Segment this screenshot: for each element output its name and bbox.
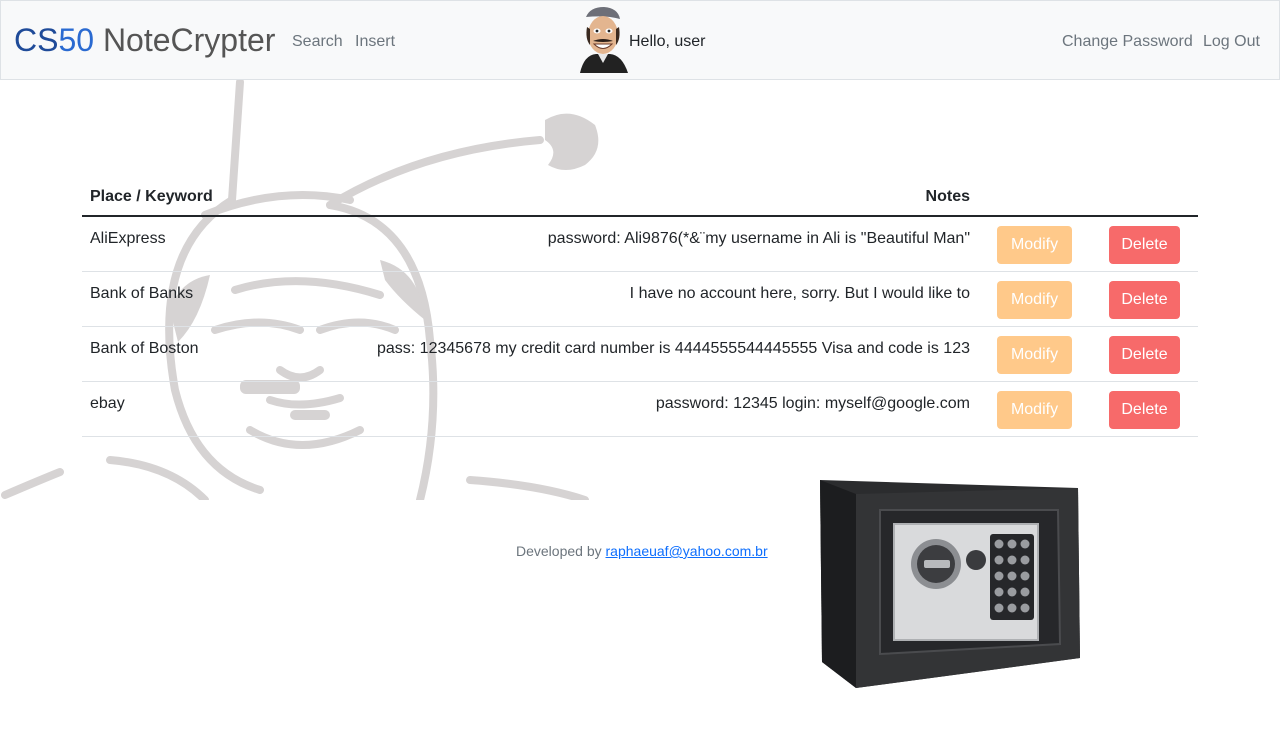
avatar xyxy=(580,7,628,73)
cell-place: AliExpress xyxy=(90,230,166,247)
brand-name: NoteCrypter xyxy=(94,22,276,58)
table-row: ebay password: 12345 login: myself@googl… xyxy=(82,382,1198,437)
cell-note: I have no account here, sorry. But I wou… xyxy=(629,285,970,302)
header-place: Place / Keyword xyxy=(90,188,213,205)
nav-logout-link[interactable]: Log Out xyxy=(1203,31,1260,53)
developer-email-link[interactable]: raphaeuaf@yahoo.com.br xyxy=(606,543,768,559)
cell-place: Bank of Banks xyxy=(90,285,194,302)
footer-prefix: Developed by xyxy=(516,543,606,559)
cell-place: ebay xyxy=(90,395,125,412)
table-row: Bank of Banks I have no account here, so… xyxy=(82,272,1198,327)
delete-button[interactable]: Delete xyxy=(1109,281,1180,319)
cell-note: password: Ali9876(*&¨my username in Ali … xyxy=(547,230,970,247)
navbar: CS50 NoteCrypter Search Insert Hello, us… xyxy=(0,0,1280,80)
cell-place: Bank of Boston xyxy=(90,340,199,357)
brand-logo[interactable]: CS50 NoteCrypter xyxy=(14,19,275,61)
table-header: Place / Keyword Notes xyxy=(82,176,1198,217)
table-row: Bank of Boston pass: 12345678 my credit … xyxy=(82,327,1198,382)
cell-note: pass: 12345678 my credit card number is … xyxy=(376,340,970,357)
nav-search-link[interactable]: Search xyxy=(292,31,343,53)
cell-note: password: 12345 login: myself@google.com xyxy=(655,395,970,412)
footer: Developed by raphaeuaf@yahoo.com.br xyxy=(516,541,768,561)
notes-table: Place / Keyword Notes AliExpress passwor… xyxy=(82,176,1198,437)
header-notes: Notes xyxy=(925,188,970,205)
modify-button[interactable]: Modify xyxy=(997,281,1072,319)
delete-button[interactable]: Delete xyxy=(1109,336,1180,374)
delete-button[interactable]: Delete xyxy=(1109,391,1180,429)
safe-image xyxy=(820,480,1080,688)
table-row: AliExpress password: Ali9876(*&¨my usern… xyxy=(82,217,1198,272)
modify-button[interactable]: Modify xyxy=(997,391,1072,429)
modify-button[interactable]: Modify xyxy=(997,226,1072,264)
modify-button[interactable]: Modify xyxy=(997,336,1072,374)
greeting-text: Hello, user xyxy=(629,33,706,50)
nav-change-password-link[interactable]: Change Password xyxy=(1062,31,1193,53)
delete-button[interactable]: Delete xyxy=(1109,226,1180,264)
brand-fifty: 50 xyxy=(58,22,95,58)
nav-insert-link[interactable]: Insert xyxy=(355,31,395,53)
brand-cs: CS xyxy=(14,22,59,58)
